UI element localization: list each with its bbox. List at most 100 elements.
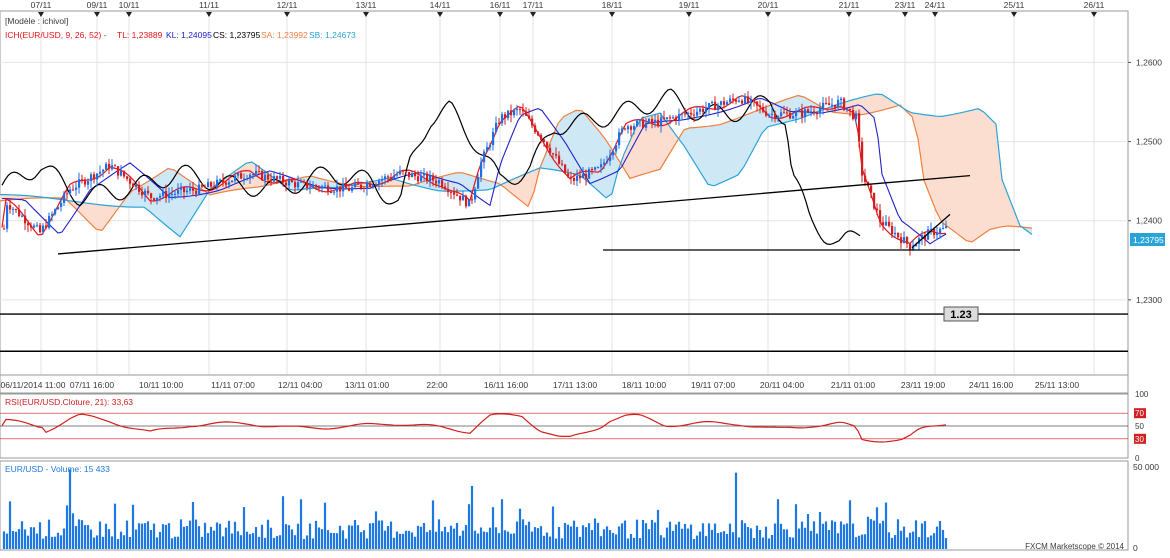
candle-body xyxy=(630,126,633,130)
volume-bar xyxy=(44,536,48,549)
volume-bar xyxy=(392,537,396,549)
candle-body xyxy=(699,108,702,112)
candle-body xyxy=(390,177,393,179)
volume-bar xyxy=(131,504,135,549)
volume-bar xyxy=(449,525,453,549)
candle-body xyxy=(582,174,585,179)
volume-bar xyxy=(302,539,306,549)
volume-bar xyxy=(182,526,186,549)
volume-bar xyxy=(74,526,78,549)
tenkan-value: TL: 1,23889 xyxy=(117,30,163,40)
volume-bar xyxy=(419,526,423,549)
volume-bar xyxy=(116,538,120,549)
top-date-label: 18/11 xyxy=(602,0,623,10)
candle-body xyxy=(180,187,183,190)
candle-body xyxy=(120,170,123,176)
candle-body xyxy=(438,180,441,184)
volume-bar xyxy=(188,520,192,549)
candle-body xyxy=(81,179,84,181)
candle-body xyxy=(141,191,144,196)
volume-bar xyxy=(710,529,714,549)
candle-body xyxy=(945,226,948,228)
candle-body xyxy=(660,117,663,126)
volume-bar xyxy=(62,528,66,549)
volume-bar xyxy=(740,520,744,549)
candle-body xyxy=(720,101,723,105)
candle-body xyxy=(342,183,345,192)
volume-bar xyxy=(8,501,12,549)
candle-body xyxy=(591,169,594,171)
volume-bar xyxy=(227,520,231,549)
candle-body xyxy=(165,191,168,199)
candle-body xyxy=(552,153,555,155)
candle-body xyxy=(24,215,27,224)
volume-bar xyxy=(554,538,558,549)
candle-body xyxy=(417,176,420,182)
candle-body xyxy=(45,225,48,228)
candle-body xyxy=(804,109,807,118)
candle-body xyxy=(453,192,456,195)
volume-bar xyxy=(662,537,666,549)
candle-body xyxy=(906,237,909,244)
top-date-label: 25/11 xyxy=(1004,0,1025,10)
candle-body xyxy=(813,111,816,114)
bottom-date-label: 20/11 04:00 xyxy=(760,380,805,390)
candle-body xyxy=(309,187,312,189)
candle-body xyxy=(477,177,480,189)
candle-body xyxy=(3,228,6,230)
candle-body xyxy=(600,164,603,168)
volume-bar xyxy=(350,525,354,549)
volume-bar xyxy=(431,500,435,549)
candle-body xyxy=(462,195,465,201)
volume-bar xyxy=(884,502,888,549)
volume-bar xyxy=(173,536,177,549)
candle-body xyxy=(798,110,801,112)
volume-bar xyxy=(725,533,729,549)
candle-body xyxy=(711,101,714,104)
top-date-label: 17/11 xyxy=(523,0,544,10)
candle-body xyxy=(753,99,756,102)
candle-body xyxy=(129,178,132,184)
candle-body xyxy=(489,145,492,148)
candle-body xyxy=(60,202,63,207)
volume-bar xyxy=(803,527,807,549)
volume-bar xyxy=(755,525,759,549)
volume-bar xyxy=(668,521,672,549)
candle-body xyxy=(153,198,156,201)
candle-body xyxy=(105,163,108,170)
candle-body xyxy=(99,171,102,174)
volume-bar xyxy=(122,535,126,549)
bottom-date-label: 25/11 13:00 xyxy=(1035,380,1080,390)
volume-bar xyxy=(356,525,360,549)
volume-bar xyxy=(575,526,579,549)
candle-body xyxy=(450,192,453,194)
candle-body xyxy=(873,192,876,209)
candle-body xyxy=(756,101,759,106)
candle-body xyxy=(405,171,408,173)
volume-bar xyxy=(923,521,927,549)
volume-bar xyxy=(512,533,516,549)
candle-body xyxy=(681,113,684,115)
candle-body xyxy=(741,100,744,104)
volume-bar xyxy=(674,524,678,549)
kumo-cloud-segment xyxy=(936,116,942,223)
volume-bar xyxy=(905,537,909,549)
volume-bar xyxy=(26,535,30,549)
volume-bar xyxy=(323,502,327,549)
volume-bar xyxy=(134,529,138,549)
volume-bar xyxy=(272,537,276,549)
volume-bar xyxy=(59,535,63,549)
candle-body xyxy=(816,113,819,115)
volume-bar xyxy=(545,532,549,549)
top-date-label: 19/11 xyxy=(679,0,700,10)
volume-bar xyxy=(683,523,687,549)
candle-body xyxy=(891,225,894,235)
volume-bar xyxy=(296,523,300,549)
volume-bar xyxy=(170,538,174,549)
senkou-a-value: SA: 1,23992 xyxy=(261,30,308,40)
volume-bar xyxy=(533,527,537,549)
candle-body xyxy=(252,174,255,176)
volume-bar xyxy=(665,527,669,549)
candle-body xyxy=(387,176,390,178)
candle-body xyxy=(258,170,261,172)
